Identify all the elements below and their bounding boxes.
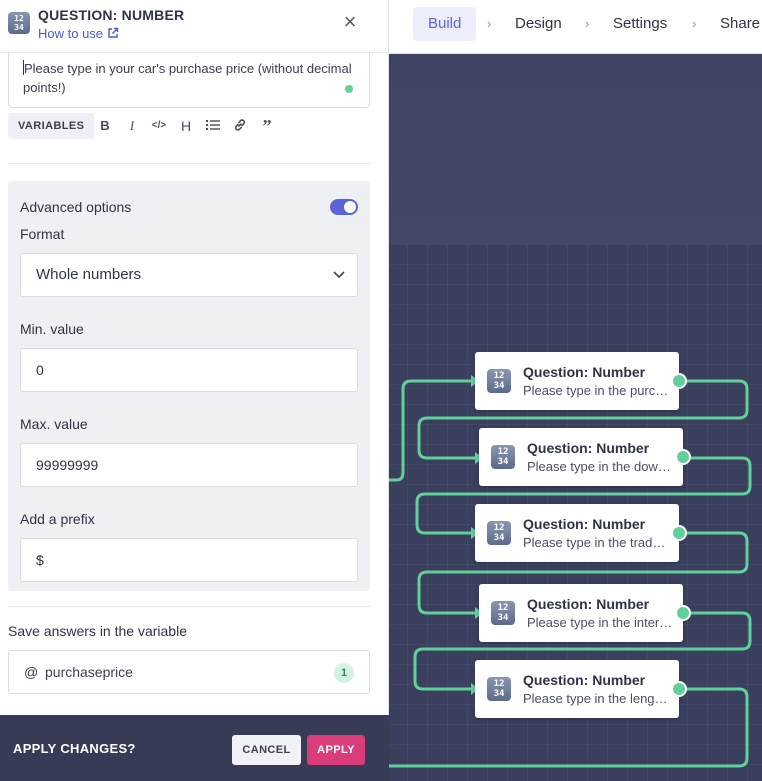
connector-handle[interactable] [675, 605, 691, 621]
connector-handle[interactable] [671, 525, 687, 541]
apply-button[interactable]: APPLY [307, 735, 365, 765]
format-label: Format [20, 226, 65, 242]
divider [8, 163, 370, 164]
usage-count-badge: 1 [334, 663, 354, 683]
flow-canvas[interactable]: 12 34 Question: Number Please type in the… [389, 54, 762, 781]
flow-node[interactable]: 12 34 Question: Number Please type in the… [475, 660, 687, 718]
advanced-options-toggle[interactable] [330, 199, 358, 215]
divider [8, 606, 370, 607]
italic-icon[interactable]: I [122, 113, 142, 139]
max-value-input[interactable]: 99999999 [20, 443, 358, 487]
node-subtitle: Please type in the interest rate [527, 615, 673, 630]
apply-changes-prompt: APPLY CHANGES? [13, 741, 136, 756]
node-subtitle: Please type in the purchase price [523, 383, 669, 398]
chevron-right-icon: › [585, 16, 590, 31]
flow-node[interactable]: 12 34 Question: Number Please type in the… [479, 428, 691, 486]
node-title: Question: Number [523, 672, 646, 688]
list-icon[interactable] [203, 113, 223, 139]
variable-input[interactable]: @ purchaseprice 1 [8, 650, 370, 694]
chevron-right-icon: › [487, 16, 492, 31]
number-question-icon: 12 34 [8, 12, 30, 34]
chevron-down-icon [333, 271, 345, 279]
link-icon[interactable] [230, 113, 250, 139]
prefix-label: Add a prefix [20, 511, 95, 527]
number-question-icon: 12 34 [491, 445, 515, 469]
question-editor-panel: 12 34 QUESTION: NUMBER How to use × Pleas… [0, 0, 389, 715]
save-variable-label: Save answers in the variable [8, 623, 187, 639]
heading-icon[interactable]: H [176, 113, 196, 139]
connector-handle[interactable] [671, 681, 687, 697]
bold-icon[interactable]: B [95, 113, 115, 139]
tab-build[interactable]: Build [413, 7, 477, 41]
tab-settings[interactable]: Settings [613, 7, 667, 41]
connector-handle[interactable] [671, 373, 687, 389]
node-subtitle: Please type in the length of the loan [523, 691, 669, 706]
connector-in [389, 379, 473, 482]
external-link-icon [107, 27, 118, 38]
flow-node[interactable]: 12 34 Question: Number Please type in the… [479, 584, 691, 642]
how-to-use-label: How to use [38, 26, 104, 41]
node-title: Question: Number [523, 516, 646, 532]
node-subtitle: Please type in the down payment [527, 459, 673, 474]
close-icon[interactable]: × [340, 11, 360, 33]
format-value: Whole numbers [36, 266, 142, 283]
at-icon: @ [24, 664, 39, 680]
formatting-toolbar: VARIABLES B I </> H ” [8, 113, 288, 139]
advanced-options-section: Advanced options Format Whole numbers Mi… [8, 181, 370, 591]
code-icon[interactable]: </> [149, 113, 169, 139]
min-value-label: Min. value [20, 321, 84, 337]
question-text: Please type in your car's purchase price… [23, 61, 352, 95]
variables-button[interactable]: VARIABLES [8, 113, 95, 139]
connector-handle[interactable] [675, 449, 691, 465]
tab-design[interactable]: Design [515, 7, 562, 41]
node-subtitle: Please type in the trade-in value [523, 535, 669, 550]
top-nav: Build › Design › Settings › Share [389, 0, 762, 54]
min-value-input[interactable]: 0 [20, 348, 358, 392]
number-question-icon: 12 34 [487, 677, 511, 701]
number-question-icon: 12 34 [487, 369, 511, 393]
node-title: Question: Number [527, 440, 650, 456]
number-question-icon: 12 34 [487, 521, 511, 545]
apply-changes-bar: APPLY CHANGES? CANCEL APPLY [0, 715, 389, 781]
cancel-button[interactable]: CANCEL [232, 735, 301, 765]
flow-node[interactable]: 12 34 Question: Number Please type in the… [475, 352, 687, 410]
tab-share[interactable]: Share [720, 7, 760, 41]
node-title: Question: Number [527, 596, 650, 612]
node-title: Question: Number [523, 364, 646, 380]
quote-icon[interactable]: ” [257, 113, 277, 139]
chevron-right-icon: › [692, 16, 697, 31]
panel-title: QUESTION: NUMBER [38, 7, 185, 23]
how-to-use-link[interactable]: How to use [38, 26, 119, 41]
toggle-knob [344, 201, 356, 213]
prefix-input[interactable]: $ [20, 538, 358, 582]
advanced-options-label: Advanced options [20, 199, 132, 215]
number-question-icon: 12 34 [491, 601, 515, 625]
format-select[interactable]: Whole numbers [20, 253, 358, 297]
question-text-editor[interactable]: Please type in your car's purchase price… [8, 52, 370, 108]
variable-name: purchaseprice [45, 664, 133, 680]
status-dot [345, 85, 353, 93]
flow-node[interactable]: 12 34 Question: Number Please type in the… [475, 504, 687, 562]
max-value-label: Max. value [20, 416, 88, 432]
